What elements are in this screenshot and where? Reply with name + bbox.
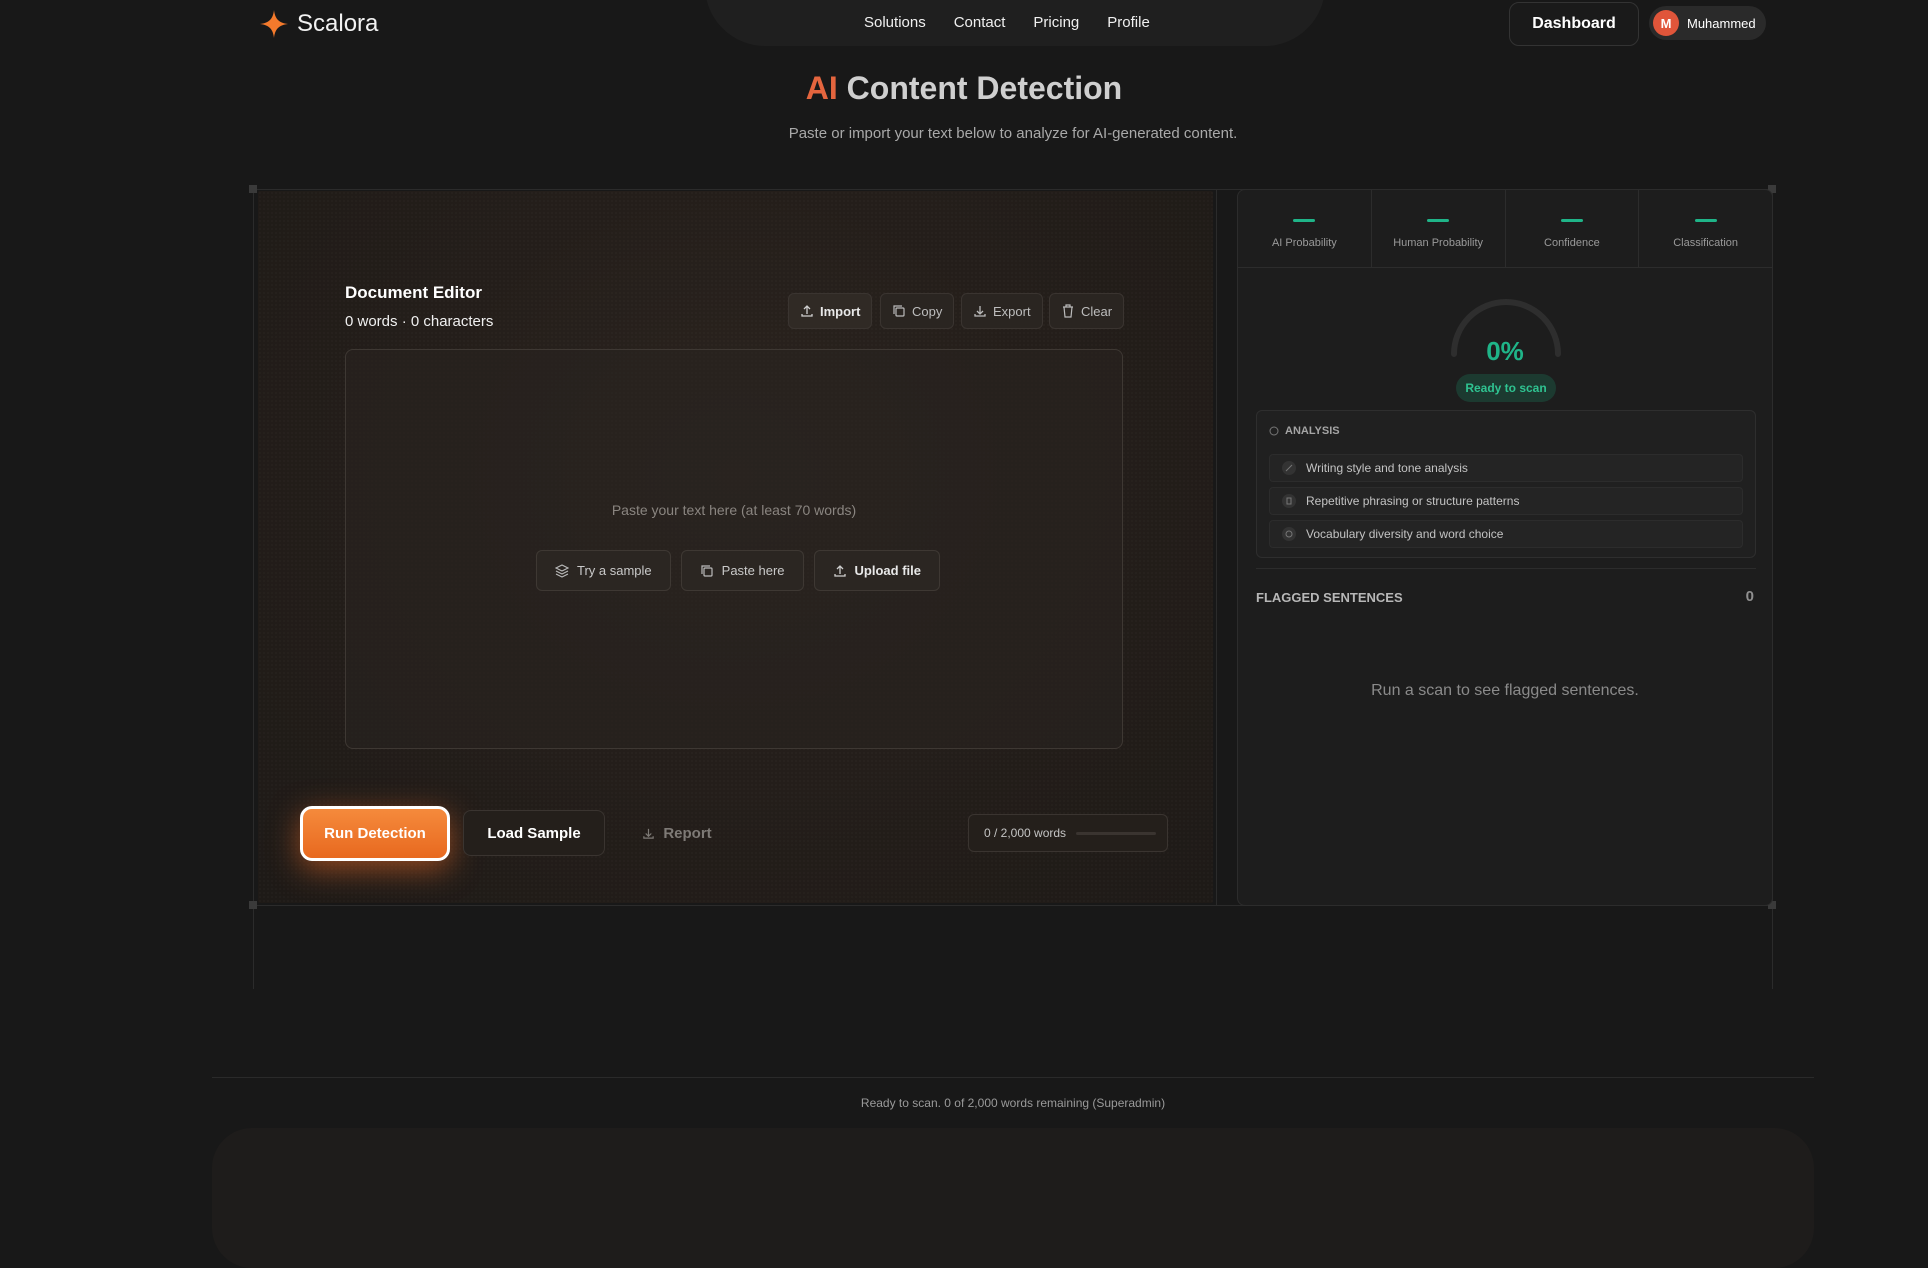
nav-link-contact[interactable]: Contact xyxy=(940,14,1020,31)
export-button[interactable]: Export xyxy=(961,293,1043,329)
document-editor-panel: Document Editor 0 words · 0 characters I… xyxy=(258,191,1213,903)
info-circle-icon xyxy=(1269,426,1279,436)
page-subtitle: Paste or import your text below to analy… xyxy=(788,125,1238,142)
nav-link-pricing[interactable]: Pricing xyxy=(1019,14,1093,31)
copy-icon xyxy=(893,305,905,317)
upload-icon xyxy=(801,305,813,317)
analysis-item: Writing style and tone analysis xyxy=(1269,454,1743,482)
word-limit-indicator: 0 / 2,000 words xyxy=(968,814,1168,852)
word-usage-track xyxy=(1076,831,1157,835)
analysis-box: ANALYSIS Writing style and tone analysis… xyxy=(1256,410,1756,558)
metric-empty-dash xyxy=(1427,219,1450,222)
analysis-item: Repetitive phrasing or structure pattern… xyxy=(1269,487,1743,515)
upload-icon xyxy=(833,564,846,577)
import-button[interactable]: Import xyxy=(788,293,873,329)
analysis-item-label: Writing style and tone analysis xyxy=(1306,461,1468,475)
flagged-sentences-count: 0 xyxy=(1745,588,1754,605)
metric-classification: Classification xyxy=(1639,190,1772,267)
divider xyxy=(1256,568,1756,569)
paste-here-label: Paste here xyxy=(721,563,785,578)
clock-icon xyxy=(1282,527,1296,541)
flagged-empty-state: Run a scan to see flagged sentences. xyxy=(1371,682,1639,699)
frame-left-line xyxy=(253,189,254,989)
metric-empty-dash xyxy=(1694,219,1717,222)
try-sample-button[interactable]: Try a sample xyxy=(536,550,671,591)
copy-button[interactable]: Copy xyxy=(880,293,955,329)
export-label: Export xyxy=(993,303,1031,319)
upload-file-label: Upload file xyxy=(854,563,921,578)
chart-icon xyxy=(1282,461,1296,475)
try-sample-label: Try a sample xyxy=(577,563,652,578)
brand-name: Scalora xyxy=(297,10,379,37)
status-bar: Ready to scan. 0 of 2,000 words remainin… xyxy=(860,1096,1166,1110)
upload-file-button[interactable]: Upload file xyxy=(813,550,940,591)
main-nav: Solutions Contact Pricing Profile xyxy=(850,14,1164,31)
metric-human-probability: Human Probability xyxy=(1372,190,1506,267)
frame-corner xyxy=(249,185,257,193)
import-label: Import xyxy=(820,303,861,319)
sparkle-icon xyxy=(260,10,288,38)
metric-ai-probability: AI Probability xyxy=(1238,190,1372,267)
analysis-heading-text: ANALYSIS xyxy=(1285,425,1340,437)
title-rest: Content Detection xyxy=(846,70,1123,106)
metric-confidence: Confidence xyxy=(1506,190,1640,267)
nav-link-solutions[interactable]: Solutions xyxy=(850,14,940,31)
metric-empty-dash xyxy=(1293,219,1316,222)
clear-label: Clear xyxy=(1081,303,1113,319)
copy-icon xyxy=(701,564,713,577)
metric-label: AI Probability xyxy=(1271,237,1337,249)
report-button[interactable]: Report xyxy=(622,810,732,856)
metric-label: Human Probability xyxy=(1393,237,1484,249)
clear-button[interactable]: Clear xyxy=(1049,293,1125,329)
download-icon xyxy=(974,306,986,317)
status-badge: Ready to scan xyxy=(1456,374,1556,402)
footer-divider xyxy=(212,1077,1814,1078)
metrics-row: AI Probability Human Probability Confide… xyxy=(1238,190,1772,268)
title-accent: AI xyxy=(805,70,838,106)
user-name: Muhammed xyxy=(1687,15,1756,31)
run-detection-button[interactable]: Run Detection xyxy=(300,806,450,861)
metric-label: Classification xyxy=(1673,237,1739,249)
word-limit-text: 0 / 2,000 words xyxy=(984,826,1067,840)
document-icon xyxy=(1282,494,1296,508)
layers-icon xyxy=(555,563,569,578)
avatar: M xyxy=(1653,10,1679,36)
bottom-card xyxy=(212,1128,1814,1268)
frame-corner xyxy=(249,901,257,909)
nav-link-profile[interactable]: Profile xyxy=(1093,14,1164,31)
trash-icon xyxy=(1063,304,1073,318)
text-placeholder: Paste your text here (at least 70 words) xyxy=(611,502,857,518)
page-title: AI Content Detection xyxy=(0,70,1928,107)
analysis-item-label: Vocabulary diversity and word choice xyxy=(1306,527,1504,541)
analysis-heading: ANALYSIS xyxy=(1269,425,1340,437)
input-actions: Try a sample Paste here Upload file xyxy=(536,550,940,591)
user-menu[interactable]: M Muhammed xyxy=(1649,6,1766,40)
report-label: Report xyxy=(663,824,712,842)
frame-mid-line xyxy=(1216,189,1217,906)
editor-title: Document Editor xyxy=(345,283,482,302)
results-panel: AI Probability Human Probability Confide… xyxy=(1237,189,1773,906)
metric-label: Confidence xyxy=(1544,237,1600,249)
flagged-sentences-title: FLAGGED SENTENCES xyxy=(1256,590,1403,605)
text-input-area[interactable]: Paste your text here (at least 70 words)… xyxy=(345,349,1123,749)
analysis-item-label: Repetitive phrasing or structure pattern… xyxy=(1306,494,1520,508)
download-icon xyxy=(643,828,655,839)
metric-empty-dash xyxy=(1560,219,1583,222)
paste-here-button[interactable]: Paste here xyxy=(680,550,804,591)
load-sample-button[interactable]: Load Sample xyxy=(463,810,605,856)
copy-label: Copy xyxy=(912,303,943,319)
score-value: 0% xyxy=(1486,336,1524,366)
analysis-item: Vocabulary diversity and word choice xyxy=(1269,520,1743,548)
brand-logo[interactable]: Scalora xyxy=(259,9,378,39)
editor-word-count: 0 words · 0 characters xyxy=(345,313,494,330)
dashboard-button[interactable]: Dashboard xyxy=(1509,2,1639,46)
